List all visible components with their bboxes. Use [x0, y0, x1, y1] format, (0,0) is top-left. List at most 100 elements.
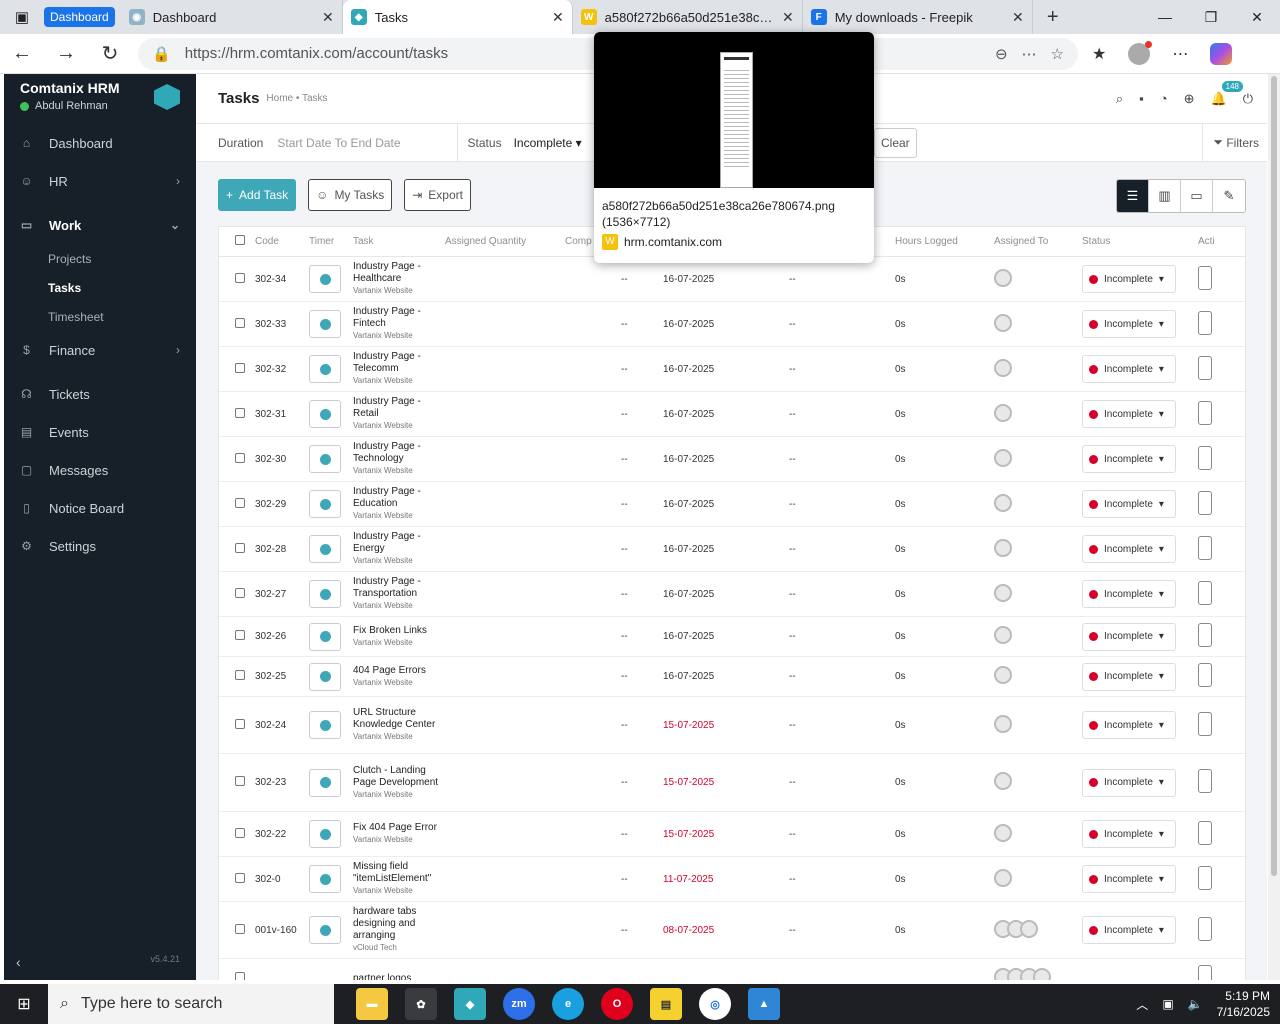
task-project[interactable]: Vartanix Website: [353, 285, 445, 297]
row-checkbox[interactable]: [219, 272, 255, 286]
status-dropdown[interactable]: Incomplete ▾: [1082, 310, 1176, 338]
avatar[interactable]: [994, 448, 1012, 467]
action-menu-button[interactable]: [1198, 916, 1212, 941]
brand-block[interactable]: Comtanix HRM Abdul Rehman: [4, 74, 196, 124]
search-icon[interactable]: ⌕: [1116, 91, 1123, 107]
col-status[interactable]: Status: [1082, 236, 1198, 247]
task-name[interactable]: Industry Page - Healthcare: [353, 261, 445, 285]
avatar[interactable]: [1033, 968, 1051, 980]
row-checkbox[interactable]: [219, 670, 255, 683]
avatar[interactable]: [994, 868, 1012, 887]
start-timer-button[interactable]: [309, 622, 341, 651]
sidebar-item-events[interactable]: ▤ Events: [4, 413, 196, 451]
sidebar-item-settings[interactable]: ⚙ Settings: [4, 527, 196, 565]
status-dropdown[interactable]: Incomplete ▾: [1082, 622, 1176, 651]
start-timer-button[interactable]: [309, 768, 341, 797]
row-checkbox[interactable]: [219, 776, 255, 789]
task-project[interactable]: Vartanix Website: [353, 600, 445, 612]
start-timer-button[interactable]: [309, 400, 341, 428]
new-tab-icon[interactable]: +: [1033, 6, 1073, 29]
sidebar-item-dashboard[interactable]: ⌂ Dashboard: [4, 124, 196, 162]
status-dropdown[interactable]: Incomplete ▾: [1082, 820, 1176, 848]
start-timer-button[interactable]: [309, 662, 341, 691]
row-checkbox[interactable]: [219, 317, 255, 331]
row-checkbox[interactable]: [219, 587, 255, 601]
col-assigned-quantity[interactable]: Assigned Quantity: [445, 236, 565, 247]
board-view-icon[interactable]: ▥: [1149, 180, 1181, 212]
minimize-icon[interactable]: —: [1142, 9, 1188, 26]
row-checkbox[interactable]: [219, 630, 255, 643]
select-all-checkbox[interactable]: [219, 235, 255, 248]
sidebar-item-finance[interactable]: $ Finance ›: [4, 331, 196, 369]
start-timer-button[interactable]: [309, 355, 341, 383]
row-checkbox[interactable]: [219, 362, 255, 376]
task-name[interactable]: Industry Page - Telecomm: [353, 351, 445, 375]
row-checkbox[interactable]: [219, 718, 255, 732]
network-icon[interactable]: ▣: [1162, 997, 1173, 1011]
status-dropdown[interactable]: Incomplete ▾: [1082, 711, 1176, 739]
zoom-icon[interactable]: ⊖: [995, 45, 1008, 63]
action-menu-button[interactable]: [1198, 490, 1212, 515]
task-project[interactable]: Vartanix Website: [353, 834, 445, 846]
task-code[interactable]: 302-33: [255, 319, 309, 330]
action-menu-button[interactable]: [1198, 580, 1212, 605]
task-code[interactable]: 302-32: [255, 364, 309, 375]
row-checkbox[interactable]: [219, 872, 255, 886]
close-tab-icon[interactable]: ✕: [322, 9, 334, 26]
edge-icon[interactable]: e: [552, 988, 584, 1020]
task-project[interactable]: Vartanix Website: [353, 789, 445, 801]
status-dropdown[interactable]: Incomplete ▾: [1082, 580, 1176, 608]
start-timer-button[interactable]: [309, 711, 341, 739]
task-name[interactable]: URL Structure Knowledge Center: [353, 707, 445, 731]
task-name[interactable]: hardware tabs designing and arranging: [353, 906, 445, 942]
sticky-notes-icon[interactable]: ▤: [650, 988, 682, 1020]
action-menu-button[interactable]: [1198, 820, 1212, 845]
export-button[interactable]: ⇥ Export: [404, 179, 471, 211]
list-view-icon[interactable]: ☰: [1117, 180, 1149, 212]
task-name[interactable]: partner logos: [353, 973, 445, 981]
refresh-icon[interactable]: ↻: [88, 41, 132, 66]
my-tasks-button[interactable]: ☺ My Tasks: [308, 179, 393, 211]
avatar[interactable]: [994, 714, 1012, 733]
status-dropdown[interactable]: Incomplete ▾: [1082, 445, 1176, 473]
task-project[interactable]: Vartanix Website: [353, 510, 445, 522]
sidebar-item-tasks[interactable]: Tasks: [4, 273, 196, 302]
site-info-icon[interactable]: 🔒: [152, 45, 171, 63]
action-menu-button[interactable]: [1198, 355, 1212, 380]
sidebar-item-timesheet[interactable]: Timesheet: [4, 302, 196, 331]
avatar[interactable]: [994, 583, 1012, 602]
start-timer-button[interactable]: [309, 265, 341, 293]
task-code[interactable]: 302-26: [255, 631, 309, 642]
start-timer-button[interactable]: [309, 535, 341, 563]
plus-circle-icon[interactable]: ⊕: [1184, 91, 1195, 107]
profile-avatar-icon[interactable]: [1128, 40, 1153, 65]
task-name[interactable]: Fix 404 Page Error: [353, 822, 445, 834]
avatar[interactable]: [994, 666, 1012, 684]
forward-icon[interactable]: →: [44, 42, 88, 65]
status-dropdown[interactable]: Incomplete ▾: [1082, 768, 1176, 797]
action-menu-button[interactable]: [1198, 711, 1212, 736]
back-icon[interactable]: ←: [0, 42, 44, 65]
avatar[interactable]: [1020, 919, 1038, 938]
action-menu-button[interactable]: [1198, 400, 1212, 425]
close-window-icon[interactable]: ✕: [1234, 9, 1280, 26]
avatar[interactable]: [994, 772, 1012, 790]
collapse-sidebar-icon[interactable]: ‹: [16, 954, 21, 970]
task-code[interactable]: 302-25: [255, 671, 309, 682]
row-checkbox[interactable]: [219, 452, 255, 466]
action-menu-button[interactable]: [1198, 535, 1212, 560]
tab-group-label[interactable]: Dashboard: [44, 7, 115, 27]
task-code[interactable]: 302-24: [255, 720, 309, 731]
avatar[interactable]: [994, 268, 1012, 287]
status-filter-select[interactable]: Incomplete ▾: [514, 136, 582, 150]
task-code[interactable]: 302-34: [255, 274, 309, 285]
page-scrollbar[interactable]: [1268, 74, 1280, 980]
task-project[interactable]: Vartanix Website: [353, 637, 445, 649]
task-project[interactable]: Vartanix Website: [353, 330, 445, 342]
status-dropdown[interactable]: Incomplete ▾: [1082, 490, 1176, 518]
avatar[interactable]: [994, 538, 1012, 557]
favorite-star-icon[interactable]: ☆: [1051, 45, 1064, 63]
task-name[interactable]: Industry Page - Fintech: [353, 306, 445, 330]
avatar[interactable]: [994, 403, 1012, 422]
task-project[interactable]: Vartanix Website: [353, 677, 445, 689]
